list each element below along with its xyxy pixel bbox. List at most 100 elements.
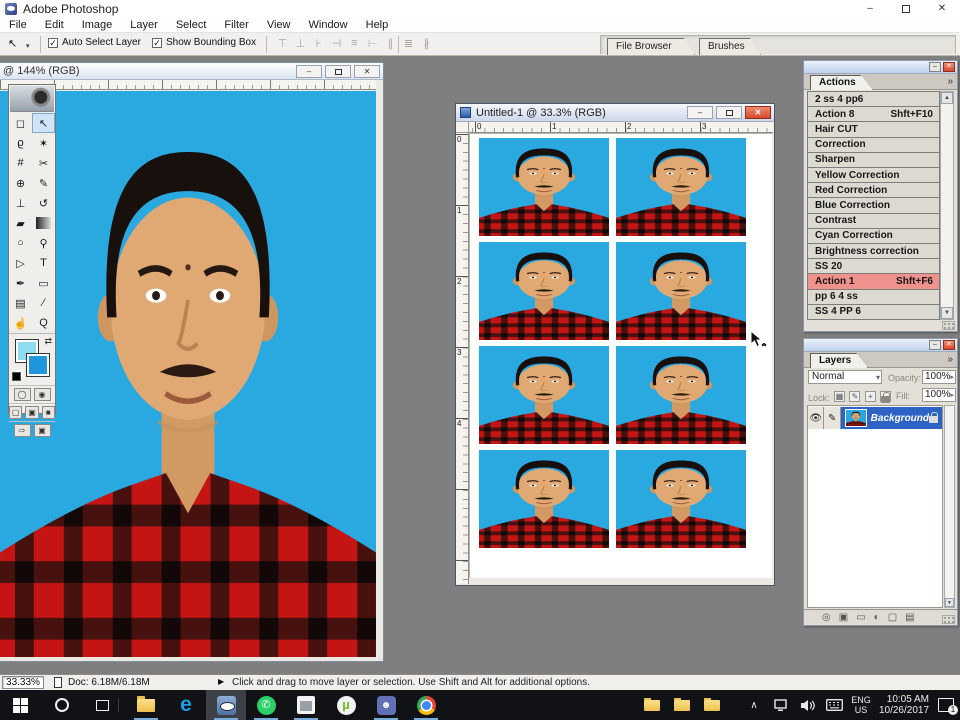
tray-folder-window-2[interactable] — [668, 690, 696, 720]
lock-transparency-icon[interactable]: ▦ — [833, 391, 845, 403]
layer-thumbnail[interactable] — [844, 409, 867, 427]
panel-resize-grip[interactable] — [942, 321, 955, 330]
slider-arrow-icon[interactable]: ▸ — [950, 373, 954, 381]
doc-minimize-button[interactable]: – — [296, 65, 322, 78]
zoom-level-field[interactable]: 33.33% — [2, 676, 44, 689]
action-item-cyan-correction[interactable]: Cyan Correction — [807, 227, 940, 245]
panel-resize-grip[interactable] — [942, 615, 955, 624]
layer-set-icon[interactable]: ▭ — [856, 612, 865, 623]
hand-tool[interactable]: ☝ — [9, 313, 32, 333]
taskbar-photoshop[interactable] — [206, 690, 246, 720]
taskbar-whatsapp[interactable]: ✆ — [246, 690, 286, 720]
panel-minimize-button[interactable]: – — [929, 62, 941, 72]
custom-shape-tool[interactable]: ▭ — [32, 273, 55, 293]
document-preview-icon[interactable] — [54, 677, 62, 688]
menu-file[interactable]: File — [0, 19, 36, 31]
clone-stamp-tool[interactable]: ⊥ — [9, 193, 32, 213]
panel-close-button[interactable]: ✕ — [943, 62, 955, 72]
blend-mode-select[interactable]: Normal ▾ — [808, 370, 882, 384]
taskbar-edge[interactable]: e — [166, 690, 206, 720]
doc-close-button[interactable]: ✕ — [354, 65, 380, 78]
panel-minimize-button[interactable]: – — [929, 340, 941, 350]
brush-tool[interactable]: ✎ — [32, 173, 55, 193]
center-doc-titlebar[interactable]: Untitled-1 @ 33.3% (RGB) – ✕ — [456, 104, 774, 122]
distribute-vertical-center-icon[interactable]: ≣ — [402, 37, 415, 50]
action-item-yellow-correction[interactable]: Yellow Correction — [807, 167, 940, 184]
align-bottom-icon[interactable]: ⊦ — [312, 37, 325, 50]
new-layer-icon[interactable]: ▢ — [888, 612, 897, 623]
move-tool[interactable]: ↖ — [32, 113, 55, 133]
eraser-tool[interactable]: ▰ — [9, 213, 32, 233]
scroll-up-icon[interactable]: ▲ — [941, 92, 953, 104]
tab-actions[interactable]: Actions — [810, 75, 873, 90]
action-item-hair-cut[interactable]: Hair CUT — [807, 121, 940, 138]
slider-arrow-icon[interactable]: ▸ — [950, 391, 954, 399]
action-item-action-1[interactable]: Action 1 Shft+F6 — [807, 273, 940, 290]
show-bounding-box-checkbox[interactable]: ✓ Show Bounding Box — [152, 37, 256, 48]
checkbox-checked-icon[interactable]: ✓ — [48, 37, 58, 48]
distribute-top-icon[interactable]: ∥ — [384, 37, 397, 50]
tray-folder-window-1[interactable] — [638, 690, 666, 720]
layers-panel-titlebar[interactable]: – ✕ — [804, 339, 957, 352]
menu-filter[interactable]: Filter — [215, 19, 257, 31]
fill-field[interactable]: 100% ▸ — [922, 388, 956, 402]
layer-mask-icon[interactable]: ▣ — [839, 612, 848, 623]
lock-position-icon[interactable]: + — [864, 391, 876, 403]
taskbar-movie-app[interactable] — [286, 690, 326, 720]
action-item-correction[interactable]: Correction — [807, 136, 940, 153]
panel-close-button[interactable]: ✕ — [943, 340, 955, 350]
path-selection-tool[interactable]: ▷ — [9, 253, 32, 273]
opacity-field[interactable]: 100% ▸ — [922, 370, 956, 384]
actions-scrollbar[interactable]: ▲ ▼ — [940, 91, 954, 320]
action-item-contrast[interactable]: Contrast — [807, 212, 940, 229]
distribute-bottom-icon[interactable]: ∦ — [420, 37, 433, 50]
volume-icon[interactable] — [796, 690, 818, 720]
layer-style-icon[interactable]: ◎ — [822, 612, 831, 623]
adjustment-layer-icon[interactable]: ◐ — [874, 612, 880, 623]
crop-tool[interactable]: # — [9, 153, 32, 173]
type-tool[interactable]: T — [32, 253, 55, 273]
action-item-pp-6-4-ss[interactable]: pp 6 4 ss — [807, 288, 940, 305]
blur-tool[interactable]: ○ — [9, 233, 32, 253]
language-indicator[interactable]: ENG US — [848, 690, 874, 720]
action-item-blue-correction[interactable]: Blue Correction — [807, 197, 940, 214]
action-item-red-correction[interactable]: Red Correction — [807, 182, 940, 199]
align-top-icon[interactable]: ⊤ — [276, 37, 289, 50]
quick-mask-mode-button[interactable]: ◉ — [33, 388, 51, 401]
left-doc-titlebar[interactable]: @ 144% (RGB) – ✕ — [0, 63, 383, 80]
network-icon[interactable] — [770, 690, 792, 720]
standard-screen-button[interactable]: ▢ — [9, 406, 23, 419]
actions-panel-titlebar[interactable]: – ✕ — [804, 61, 957, 74]
doc-minimize-button[interactable]: – — [687, 106, 713, 119]
menu-select[interactable]: Select — [167, 19, 216, 31]
taskbar-chrome[interactable] — [406, 690, 446, 720]
menu-edit[interactable]: Edit — [36, 19, 73, 31]
action-item-ss-20[interactable]: SS 20 — [807, 258, 940, 275]
tab-layers[interactable]: Layers — [810, 353, 868, 368]
move-tool-preset-icon[interactable]: ↖ — [8, 37, 17, 50]
align-right-icon[interactable]: ⊢ — [366, 37, 379, 50]
align-horizontal-center-icon[interactable]: ≡ — [348, 37, 361, 50]
checkbox-checked-icon[interactable]: ✓ — [152, 37, 162, 48]
close-button[interactable]: ✕ — [924, 0, 960, 17]
dodge-tool[interactable]: ⚲ — [32, 233, 55, 253]
doc-maximize-button[interactable] — [716, 106, 742, 119]
taskbar-utorrent[interactable]: µ — [326, 690, 366, 720]
healing-brush-tool[interactable]: ⊕ — [9, 173, 32, 193]
visibility-eye-icon[interactable]: 👁 — [808, 407, 825, 429]
touch-keyboard-icon[interactable] — [822, 690, 846, 720]
panel-menu-icon[interactable]: » — [947, 354, 953, 365]
action-item-sharpen[interactable]: Sharpen — [807, 151, 940, 169]
layer-row-background[interactable]: 👁 ✎ Background — [808, 407, 942, 429]
scroll-down-icon[interactable]: ▼ — [941, 307, 953, 319]
doc-maximize-button[interactable] — [325, 65, 351, 78]
menu-view[interactable]: View — [258, 19, 300, 31]
imageready-icon[interactable]: ▣ — [33, 424, 51, 437]
action-item-ss-4-pp-6[interactable]: SS 4 PP 6 — [807, 303, 940, 321]
tray-expand-chevron[interactable]: ∧ — [744, 690, 764, 720]
minimize-button[interactable]: – — [852, 0, 888, 17]
layers-scrollbar[interactable]: ▼ — [944, 405, 955, 608]
scroll-down-icon[interactable]: ▼ — [945, 598, 954, 607]
tray-folder-window-3[interactable] — [698, 690, 726, 720]
menu-image[interactable]: Image — [73, 19, 122, 31]
